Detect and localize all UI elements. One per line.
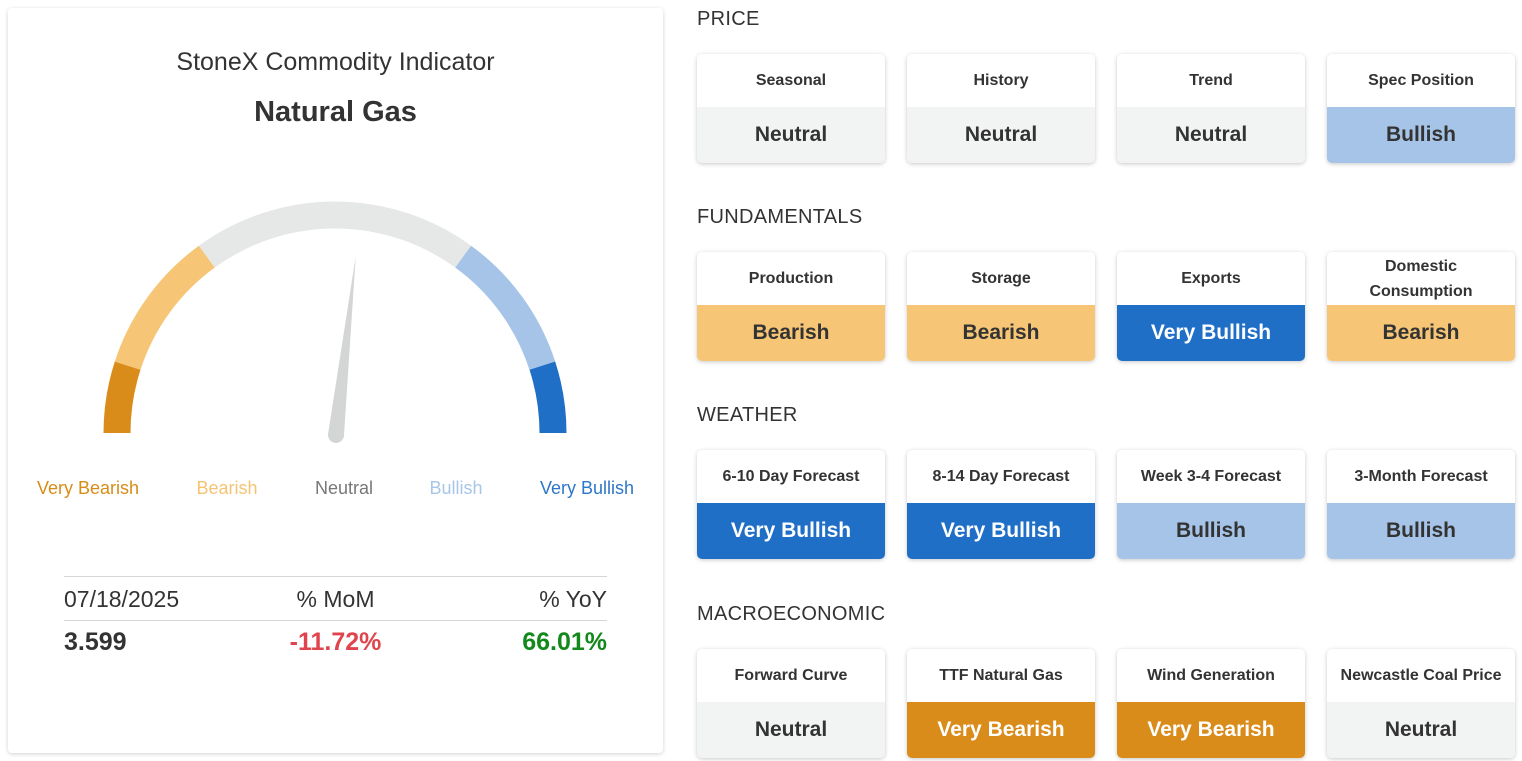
indicator-tile-8-14-day-forecast[interactable]: 8-14 Day Forecast Very Bullish <box>907 450 1095 559</box>
indicator-tile-wind-generation[interactable]: Wind Generation Very Bearish <box>1117 649 1305 758</box>
tile-signal-value: Bearish <box>1327 305 1515 361</box>
tile-signal-value: Neutral <box>1117 107 1305 163</box>
stats-header-row: 07/18/2025 % MoM % YoY <box>64 576 607 621</box>
tile-signal-value: Bearish <box>907 305 1095 361</box>
indicator-tile-ttf-natural-gas[interactable]: TTF Natural Gas Very Bearish <box>907 649 1095 758</box>
gauge-scale-labels: Very Bearish Bearish Neutral Bullish Very Bu… <box>8 478 663 502</box>
gauge-label-bearish: Bearish <box>196 478 258 498</box>
tile-label: Production <box>748 270 834 287</box>
gauge-label-very-bullish: Very Bullish <box>539 478 635 498</box>
tile-signal-value: Very Bullish <box>1117 305 1305 361</box>
stats-mom-label: % MoM <box>296 586 375 612</box>
tile-signal-value: Very Bearish <box>1117 702 1305 758</box>
tile-signal-value: Bullish <box>1327 503 1515 559</box>
tile-signal-value: Bearish <box>697 305 885 361</box>
gauge-segment-neutral <box>198 201 472 268</box>
tile-label: Wind Generation <box>1147 667 1275 684</box>
indicator-tile-seasonal[interactable]: Seasonal Neutral <box>697 54 885 163</box>
indicator-tile-exports[interactable]: Exports Very Bullish <box>1117 252 1305 361</box>
indicator-tile-trend[interactable]: Trend Neutral <box>1117 54 1305 163</box>
tile-label: TTF Natural Gas <box>939 667 1063 684</box>
tile-label: 6-10 Day Forecast <box>722 468 860 485</box>
tile-label: Trend <box>1189 72 1233 89</box>
tile-signal-value: Bullish <box>1327 107 1515 163</box>
section-title-fundamentals: FUNDAMENTALS <box>697 206 863 228</box>
tile-label: 3-Month Forecast <box>1354 468 1488 485</box>
stats-date: 07/18/2025 <box>64 586 180 612</box>
indicator-tile-spec-position[interactable]: Spec Position Bullish <box>1327 54 1515 163</box>
indicator-tile-6-10-day-forecast[interactable]: 6-10 Day Forecast Very Bullish <box>697 450 885 559</box>
tile-label: Seasonal <box>755 72 827 89</box>
gauge-segment-very-bullish <box>529 361 567 434</box>
indicator-tile-domestic-consumption[interactable]: Domestic Consumption Bearish <box>1327 252 1515 361</box>
stats-price: 3.599 <box>64 628 127 656</box>
stats-mom-value: -11.72% <box>289 628 382 656</box>
gauge-label-neutral: Neutral <box>314 478 374 498</box>
tile-signal-value: Neutral <box>907 107 1095 163</box>
tile-signal-value: Neutral <box>697 107 885 163</box>
tile-signal-value: Very Bearish <box>907 702 1095 758</box>
indicator-tile-storage[interactable]: Storage Bearish <box>907 252 1095 361</box>
tile-label: 8-14 Day Forecast <box>932 468 1070 485</box>
tile-signal-value: Very Bullish <box>907 503 1095 559</box>
indicator-tile-3-month-forecast[interactable]: 3-Month Forecast Bullish <box>1327 450 1515 559</box>
stats-yoy-label: % YoY <box>539 586 607 612</box>
gauge-needle <box>328 256 356 436</box>
tile-label: Exports <box>1181 270 1241 287</box>
tile-label: Newcastle Coal Price <box>1340 667 1502 684</box>
gauge-label-bullish: Bullish <box>429 478 483 498</box>
gauge-segment-bearish <box>114 245 215 371</box>
gauge-needle-hub <box>328 427 344 443</box>
tile-label: Domestic Consumption <box>1369 257 1473 300</box>
gauge-label-very-bearish: Very Bearish <box>36 478 140 498</box>
tile-label: Week 3-4 Forecast <box>1140 468 1282 485</box>
gauge-chart <box>103 201 567 443</box>
gauge-card: StoneX Commodity Indicator Natural Gas V… <box>8 8 663 753</box>
stats-value-row: 3.599 -11.72% 66.01% <box>64 621 607 665</box>
stats-yoy-value: 66.01% <box>522 628 607 656</box>
indicator-tile-week-3-4-forecast[interactable]: Week 3-4 Forecast Bullish <box>1117 450 1305 559</box>
indicator-tile-newcastle-coal-price[interactable]: Newcastle Coal Price Neutral <box>1327 649 1515 758</box>
gauge-segment-bullish <box>455 245 556 371</box>
tile-label: Storage <box>971 270 1031 287</box>
indicator-tile-production[interactable]: Production Bearish <box>697 252 885 361</box>
price-stats: 07/18/2025 % MoM % YoY 3.599 -11.72% 66.… <box>64 576 607 665</box>
tile-signal-value: Very Bullish <box>697 503 885 559</box>
indicator-tile-history[interactable]: History Neutral <box>907 54 1095 163</box>
tile-signal-value: Neutral <box>1327 702 1515 758</box>
gauge-segment-very-bearish <box>103 361 141 434</box>
tile-signal-value: Bullish <box>1117 503 1305 559</box>
indicator-tile-forward-curve[interactable]: Forward Curve Neutral <box>697 649 885 758</box>
section-title-macroeconomic: MACROECONOMIC <box>697 603 886 625</box>
tile-label: Spec Position <box>1368 72 1474 89</box>
tile-signal-value: Neutral <box>697 702 885 758</box>
section-title-price: PRICE <box>697 8 760 30</box>
tile-label: Forward Curve <box>734 667 848 684</box>
tile-label: History <box>973 72 1029 89</box>
section-title-weather: WEATHER <box>697 404 798 426</box>
